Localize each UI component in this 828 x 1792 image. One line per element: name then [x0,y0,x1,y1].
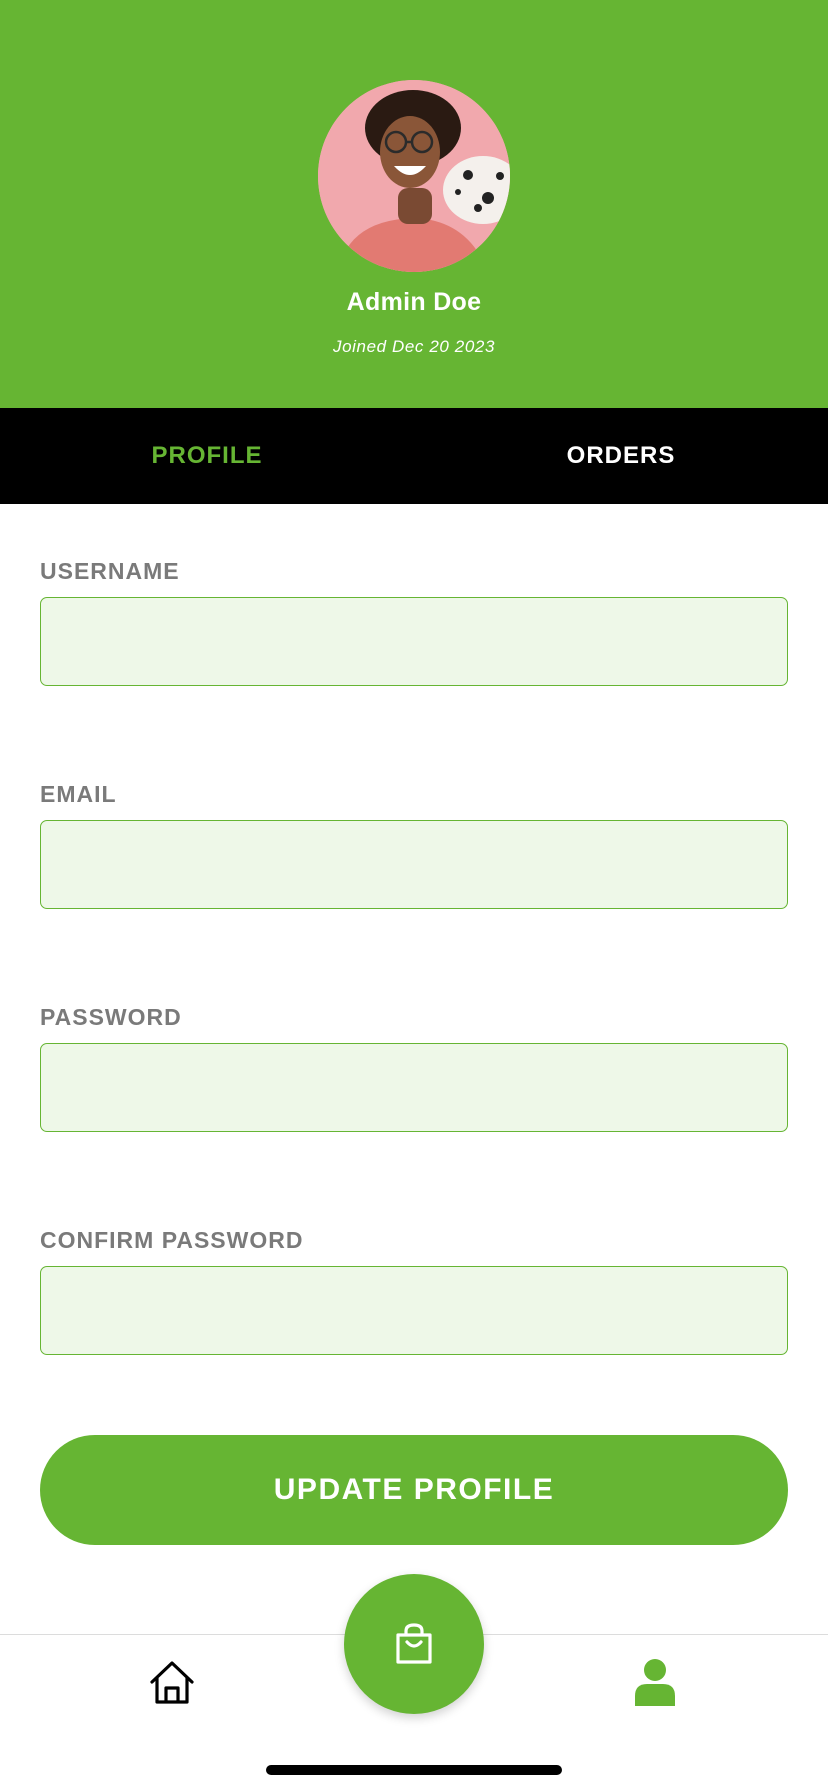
tab-orders[interactable]: ORDERS [414,408,828,504]
home-icon[interactable] [148,1658,196,1706]
joined-date: Joined Dec 20 2023 [332,337,496,356]
profile-screen: Admin Doe Joined Dec 20 2023 PROFILE ORD… [0,0,828,1792]
email-label: EMAIL [40,781,117,807]
confirm-password-field[interactable] [40,1266,788,1355]
shopping-bag-icon [396,1623,432,1664]
tab-profile[interactable]: PROFILE [0,408,414,504]
shop-button[interactable] [344,1574,484,1714]
username-label: USERNAME [40,558,180,584]
email-field[interactable] [40,820,788,909]
avatar[interactable] [318,80,510,272]
update-profile-button[interactable]: UPDATE PROFILE [40,1435,788,1545]
user-name: Admin Doe [346,288,482,316]
tab-bar: PROFILE ORDERS [0,408,828,504]
username-field[interactable] [40,597,788,686]
password-field[interactable] [40,1043,788,1132]
profile-header: Admin Doe Joined Dec 20 2023 [0,0,828,408]
home-indicator [266,1765,562,1775]
user-icon[interactable] [632,1658,678,1706]
confirm-password-label: CONFIRM PASSWORD [40,1227,304,1253]
avatar-image [318,80,510,272]
password-label: PASSWORD [40,1004,182,1030]
